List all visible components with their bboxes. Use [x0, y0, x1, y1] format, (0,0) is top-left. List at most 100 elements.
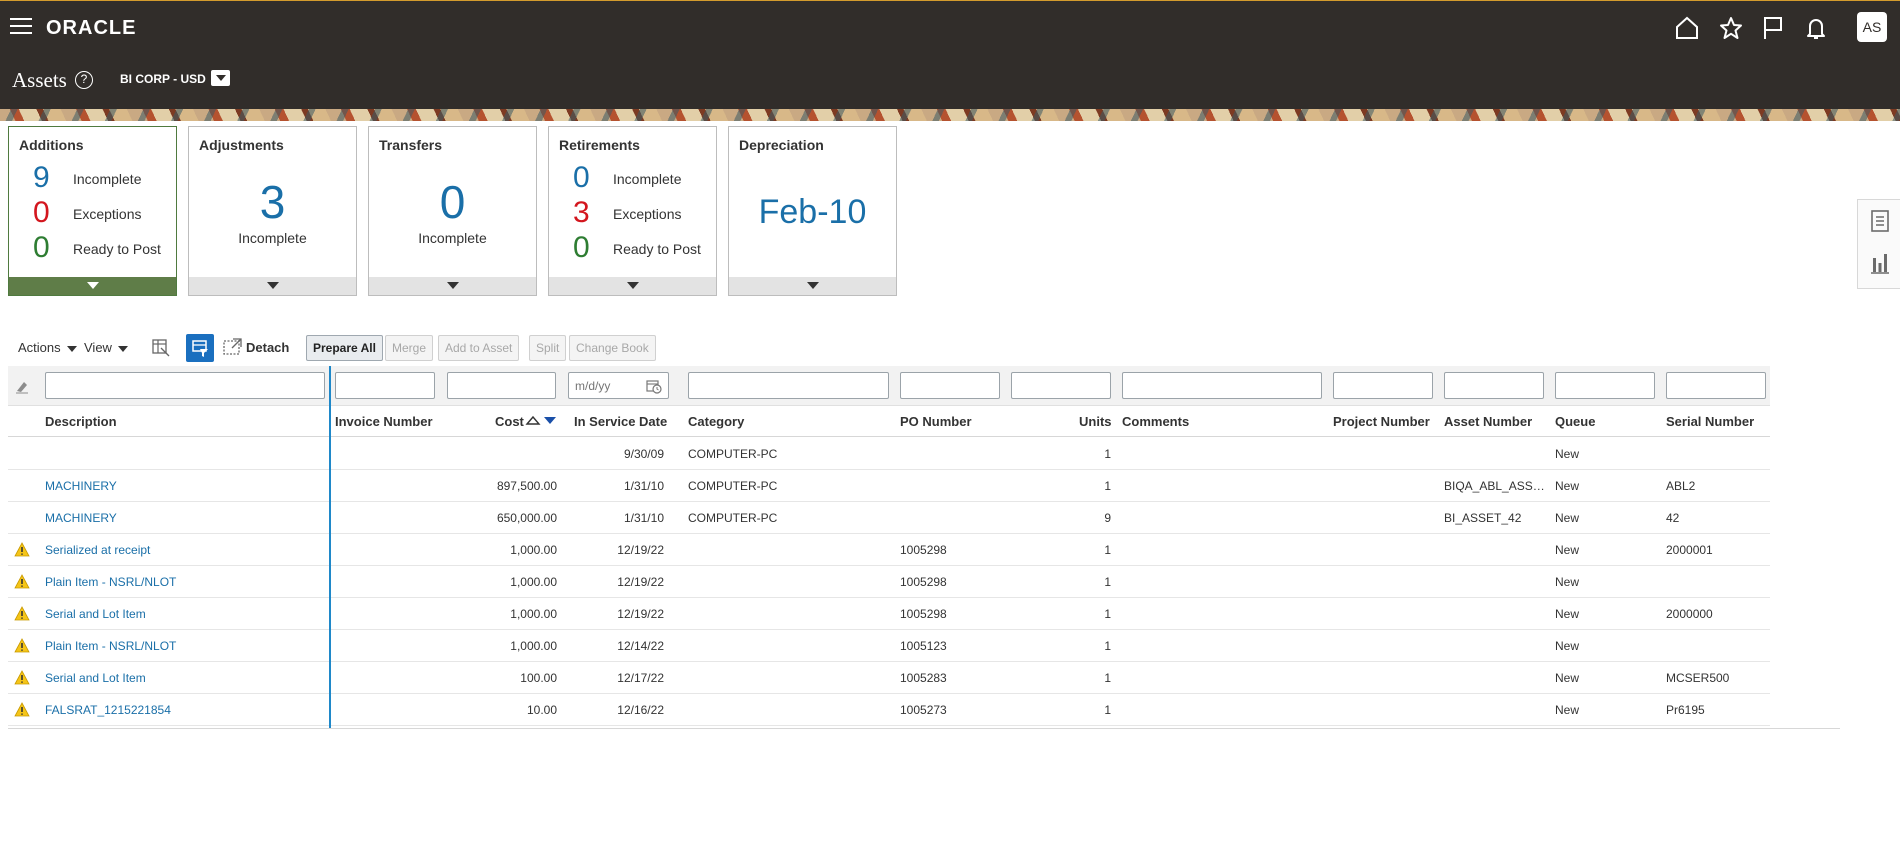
cell-cost: 10.00 [526, 703, 557, 717]
table-row[interactable]: FALSRAT_1215221854 10.00 12/16/22 1005273 1 N… [8, 694, 1770, 726]
column-header-category[interactable]: Category [688, 414, 744, 429]
metric-value: 0 [33, 196, 50, 229]
metric-label: Ready to Post [73, 241, 161, 257]
transfers-infolet[interactable]: Transfers 0 Incomplete [368, 126, 537, 296]
cell-in-service-date: 9/30/09 [623, 447, 664, 461]
cell-description[interactable]: FALSRAT_1215221854 [45, 703, 330, 717]
metric-label: Incomplete [613, 171, 682, 187]
metric-value: 0 [33, 231, 50, 264]
warning-icon[interactable] [14, 638, 30, 653]
add-to-asset-button[interactable]: Add to Asset [438, 335, 520, 361]
column-header-asset-number[interactable]: Asset Number [1444, 414, 1532, 429]
filter-asset-number[interactable] [1444, 372, 1544, 399]
warning-icon[interactable] [14, 702, 30, 717]
column-header-in-service-date[interactable]: In Service Date [574, 414, 667, 429]
warning-icon[interactable] [14, 574, 30, 589]
cell-description[interactable]: MACHINERY [45, 511, 330, 525]
favorites-icon[interactable] [1718, 15, 1744, 41]
retirements-infolet[interactable]: Retirements 0 Incomplete 3 Exceptions 0 … [548, 126, 717, 296]
book-selector-dropdown[interactable] [211, 70, 230, 86]
cell-description[interactable]: Serial and Lot Item [45, 607, 330, 621]
oracle-logo[interactable]: ORACLE [46, 17, 136, 40]
table-row[interactable]: Serialized at receipt 1,000.00 12/19/22 100… [8, 534, 1770, 566]
cell-category: COMPUTER-PC [688, 511, 778, 525]
depreciation-infolet[interactable]: Depreciation Feb-10 [728, 126, 897, 296]
cell-serial-number: Pr6195 [1666, 703, 1705, 717]
column-header-cost[interactable]: Cost [495, 414, 524, 429]
column-header-invoice-number[interactable]: Invoice Number [335, 414, 433, 429]
table-row[interactable]: Serial and Lot Item 100.00 12/17/22 1005283… [8, 662, 1770, 694]
filter-description[interactable] [45, 372, 325, 399]
prepare-all-button[interactable]: Prepare All [306, 335, 383, 361]
cell-description[interactable]: Plain Item - NSRL/NLOT [45, 575, 330, 589]
chevron-down-icon [117, 345, 128, 352]
warning-icon[interactable] [14, 670, 30, 685]
expand-chevron-icon[interactable] [189, 277, 356, 295]
merge-button[interactable]: Merge [385, 335, 434, 361]
warning-icon[interactable] [14, 542, 30, 557]
detach-button[interactable]: Detach [246, 340, 289, 355]
table-row[interactable]: Plain Item - NSRL/NLOT 1,000.00 12/14/22 10… [8, 630, 1770, 662]
filter-project-number[interactable] [1333, 372, 1433, 399]
cell-cost: 100.00 [520, 671, 557, 685]
transfers-count[interactable]: 0 [369, 175, 536, 229]
adjustments-infolet[interactable]: Adjustments 3 Incomplete [188, 126, 357, 296]
adjustments-count[interactable]: 3 [189, 175, 356, 229]
change-book-button[interactable]: Change Book [569, 335, 656, 361]
cell-description[interactable]: Serialized at receipt [45, 543, 330, 557]
column-header-serial-number[interactable]: Serial Number [1666, 414, 1754, 429]
cell-description[interactable]: Plain Item - NSRL/NLOT [45, 639, 330, 653]
depreciation-period[interactable]: Feb-10 [729, 193, 896, 232]
split-button[interactable]: Split [529, 335, 567, 361]
cell-serial-number: 2000001 [1666, 543, 1713, 557]
additions-infolet[interactable]: Additions 9 Incomplete 0 Exceptions 0 Re… [8, 126, 177, 296]
table-toolbar: Actions View Detach Prepare All Merge Ad… [0, 334, 1840, 362]
help-icon[interactable]: ? [75, 71, 93, 89]
bar-chart-icon[interactable] [1870, 252, 1890, 274]
calendar-icon[interactable] [646, 378, 662, 394]
actions-menu[interactable]: Actions [18, 340, 77, 355]
expand-chevron-icon[interactable] [729, 277, 896, 295]
column-header-units[interactable]: Units [1079, 414, 1112, 429]
filter-comments[interactable] [1122, 372, 1322, 399]
table-row[interactable]: 9/30/09 COMPUTER-PC 1 New [8, 438, 1770, 470]
expand-chevron-icon[interactable] [9, 277, 176, 295]
filter-serial-number[interactable] [1666, 372, 1766, 399]
table-row[interactable]: MACHINERY 650,000.00 1/31/10 COMPUTER-PC 9 BI… [8, 502, 1770, 534]
watchlist-flag-icon[interactable] [1760, 15, 1786, 41]
column-header-queue[interactable]: Queue [1555, 414, 1595, 429]
cell-cost: 1,000.00 [510, 543, 557, 557]
table-row[interactable]: MACHINERY 897,500.00 1/31/10 COMPUTER-PC 1 BI… [8, 470, 1770, 502]
view-menu[interactable]: View [84, 340, 128, 355]
cell-cost: 897,500.00 [496, 479, 557, 493]
filter-units[interactable] [1011, 372, 1111, 399]
filter-invoice-number[interactable] [335, 372, 435, 399]
user-avatar[interactable]: AS [1857, 12, 1887, 42]
filter-queue[interactable] [1555, 372, 1655, 399]
cell-description[interactable]: MACHINERY [45, 479, 330, 493]
table-row[interactable]: Plain Item - NSRL/NLOT 1,000.00 12/19/22 10… [8, 566, 1770, 598]
home-icon[interactable] [1674, 15, 1700, 41]
detach-icon[interactable] [221, 334, 249, 362]
column-header-comments[interactable]: Comments [1122, 414, 1189, 429]
column-header-description[interactable]: Description [45, 414, 117, 429]
filter-category[interactable] [688, 372, 889, 399]
filter-po-number[interactable] [900, 372, 1000, 399]
query-by-example-icon[interactable] [186, 334, 214, 362]
table-row[interactable]: Serial and Lot Item 1,000.00 12/19/22 10052… [8, 598, 1770, 630]
warning-icon[interactable] [14, 606, 30, 621]
sort-ascending-descending-icon[interactable] [525, 413, 559, 427]
expand-chevron-icon[interactable] [369, 277, 536, 295]
freeze-columns-icon[interactable] [147, 334, 175, 362]
expand-chevron-icon[interactable] [549, 277, 716, 295]
navigator-menu-icon[interactable] [10, 18, 32, 36]
filter-cost[interactable] [447, 372, 556, 399]
cell-po-number: 1005298 [900, 607, 947, 621]
cell-description[interactable]: Serial and Lot Item [45, 671, 330, 685]
column-header-project-number[interactable]: Project Number [1333, 414, 1430, 429]
document-list-icon[interactable] [1870, 210, 1890, 232]
clear-filter-eraser-icon[interactable] [14, 378, 30, 394]
cell-in-service-date: 12/19/22 [617, 543, 664, 557]
column-header-po-number[interactable]: PO Number [900, 414, 972, 429]
notifications-bell-icon[interactable] [1803, 15, 1829, 41]
